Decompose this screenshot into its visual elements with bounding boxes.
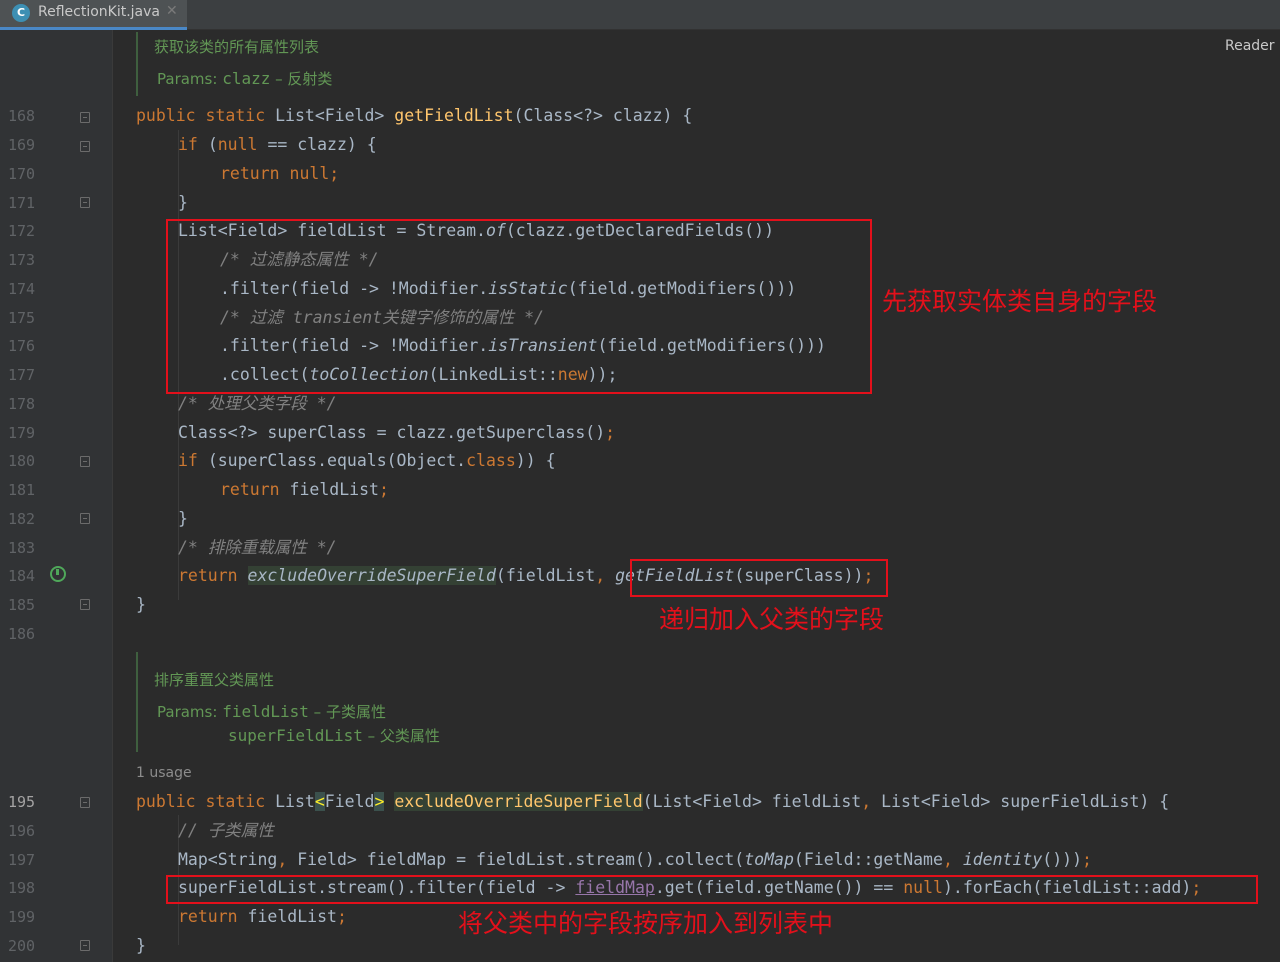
code-line-168: public static List<Field> getFieldList(C… (136, 106, 693, 125)
line-number: 182 (8, 510, 36, 528)
java-class-icon: C (12, 4, 30, 22)
line-number: 175 (8, 309, 36, 327)
highlight-box-foreach (166, 875, 1258, 904)
line-number: 196 (8, 822, 36, 840)
doc-bar (136, 32, 138, 96)
doc-bar (136, 652, 138, 752)
line-number: 174 (8, 280, 36, 298)
code-line-171: } (178, 193, 188, 212)
doc-params: Params: fieldList – 子类属性 (157, 702, 386, 721)
usage-hint[interactable]: 1 usage (136, 765, 192, 781)
line-number: 185 (8, 596, 36, 614)
line-number: 170 (8, 165, 36, 183)
line-number: 198 (8, 879, 36, 897)
fold-marker-icon[interactable] (80, 797, 90, 808)
editor-tab-bar: C ReflectionKit.java ✕ (0, 0, 1280, 30)
highlight-box-recursive-call (630, 559, 888, 597)
code-line-183: /* 排除重载属性 */ (178, 538, 337, 557)
line-number: 186 (8, 625, 36, 643)
line-number: 180 (8, 452, 36, 470)
fold-marker-icon[interactable] (80, 599, 90, 610)
highlight-box-own-fields (166, 219, 872, 394)
fold-marker-icon[interactable] (80, 112, 90, 123)
recursive-call-icon[interactable] (50, 566, 66, 582)
code-line-181: return fieldList; (220, 480, 389, 499)
doc-title: 获取该类的所有属性列表 (154, 38, 320, 56)
code-line-199: return fieldList; (178, 907, 347, 926)
code-line-195: public static List<Field> excludeOverrid… (136, 792, 1170, 811)
line-number: 168 (8, 107, 36, 125)
line-number: 179 (8, 424, 36, 442)
code-line-196: // 子类属性 (178, 821, 274, 840)
fold-marker-icon[interactable] (80, 141, 90, 152)
code-line-197: Map<String, Field> fieldMap = fieldList.… (178, 850, 1092, 869)
line-number: 200 (8, 937, 36, 955)
annotation-recursive: 递归加入父类的字段 (659, 605, 885, 634)
fold-marker-icon[interactable] (80, 197, 90, 208)
fold-marker-icon[interactable] (80, 513, 90, 524)
line-number: 195 (8, 793, 36, 811)
line-number: 181 (8, 481, 36, 499)
doc-params: Params: clazz – 反射类 (157, 69, 333, 88)
file-tab-label: ReflectionKit.java (38, 4, 161, 20)
doc-param: superFieldList – 父类属性 (228, 726, 440, 745)
code-line-169: if (null == clazz) { (178, 135, 377, 154)
annotation-foreach: 将父类中的字段按序加入到列表中 (458, 909, 834, 938)
line-number: 178 (8, 395, 36, 413)
line-number: 184 (8, 567, 36, 585)
line-number: 171 (8, 194, 36, 212)
code-line-170: return null; (220, 164, 340, 183)
line-number: 169 (8, 136, 36, 154)
line-number: 197 (8, 851, 36, 869)
file-tab[interactable]: C ReflectionKit.java ✕ (0, 0, 187, 30)
doc-title: 排序重置父类属性 (154, 671, 275, 689)
code-line-200: } (136, 936, 146, 955)
line-number: 199 (8, 908, 36, 926)
reader-mode-button[interactable]: Reader M (1225, 38, 1280, 54)
fold-marker-icon[interactable] (80, 940, 90, 951)
close-tab-icon[interactable]: ✕ (166, 3, 178, 19)
annotation-own-fields: 先获取实体类自身的字段 (882, 287, 1158, 316)
line-number: 176 (8, 337, 36, 355)
line-number: 173 (8, 251, 36, 269)
code-line-180: if (superClass.equals(Object.class)) { (178, 451, 556, 470)
code-line-178: /* 处理父类字段 */ (178, 394, 337, 413)
line-number: 183 (8, 539, 36, 557)
code-line-185: } (136, 595, 146, 614)
line-number: 172 (8, 222, 36, 240)
fold-marker-icon[interactable] (80, 456, 90, 467)
code-line-179: Class<?> superClass = clazz.getSuperclas… (178, 423, 616, 442)
line-number: 177 (8, 366, 36, 384)
code-line-182: } (178, 509, 188, 528)
